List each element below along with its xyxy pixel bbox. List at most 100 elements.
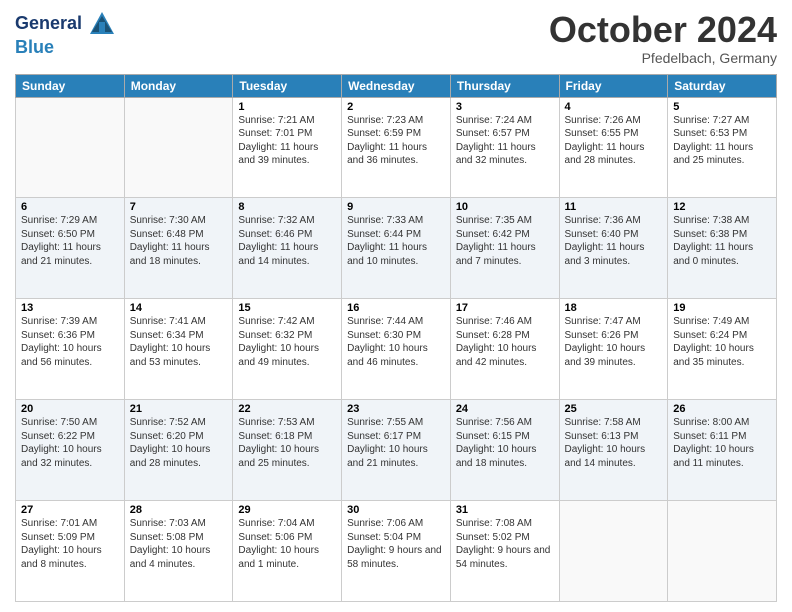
day-number: 7 — [130, 201, 228, 213]
week-row-3: 20Sunrise: 7:50 AMSunset: 6:22 PMDayligh… — [16, 400, 777, 501]
day-number: 13 — [21, 302, 119, 314]
day-info: Sunrise: 8:00 AMSunset: 6:11 PMDaylight:… — [673, 416, 771, 470]
day-info: Sunrise: 7:04 AMSunset: 5:06 PMDaylight:… — [238, 517, 336, 571]
day-number: 23 — [347, 403, 445, 415]
day-info: Sunrise: 7:32 AMSunset: 6:46 PMDaylight:… — [238, 214, 336, 268]
header-tuesday: Tuesday — [233, 74, 342, 97]
week-row-2: 13Sunrise: 7:39 AMSunset: 6:36 PMDayligh… — [16, 299, 777, 400]
day-number: 21 — [130, 403, 228, 415]
header-sunday: Sunday — [16, 74, 125, 97]
day-number: 10 — [456, 201, 554, 213]
calendar-cell — [559, 501, 668, 602]
day-number: 27 — [21, 504, 119, 516]
day-info: Sunrise: 7:29 AMSunset: 6:50 PMDaylight:… — [21, 214, 119, 268]
calendar-cell: 18Sunrise: 7:47 AMSunset: 6:26 PMDayligh… — [559, 299, 668, 400]
calendar-cell: 13Sunrise: 7:39 AMSunset: 6:36 PMDayligh… — [16, 299, 125, 400]
calendar-cell: 22Sunrise: 7:53 AMSunset: 6:18 PMDayligh… — [233, 400, 342, 501]
day-number: 28 — [130, 504, 228, 516]
day-info: Sunrise: 7:39 AMSunset: 6:36 PMDaylight:… — [21, 315, 119, 369]
calendar-cell — [16, 97, 125, 198]
day-info: Sunrise: 7:55 AMSunset: 6:17 PMDaylight:… — [347, 416, 445, 470]
day-number: 19 — [673, 302, 771, 314]
day-info: Sunrise: 7:50 AMSunset: 6:22 PMDaylight:… — [21, 416, 119, 470]
day-info: Sunrise: 7:08 AMSunset: 5:02 PMDaylight:… — [456, 517, 554, 571]
header-friday: Friday — [559, 74, 668, 97]
calendar-cell: 16Sunrise: 7:44 AMSunset: 6:30 PMDayligh… — [342, 299, 451, 400]
calendar-cell: 28Sunrise: 7:03 AMSunset: 5:08 PMDayligh… — [124, 501, 233, 602]
day-number: 31 — [456, 504, 554, 516]
calendar-cell: 24Sunrise: 7:56 AMSunset: 6:15 PMDayligh… — [450, 400, 559, 501]
day-info: Sunrise: 7:58 AMSunset: 6:13 PMDaylight:… — [565, 416, 663, 470]
day-info: Sunrise: 7:53 AMSunset: 6:18 PMDaylight:… — [238, 416, 336, 470]
calendar-cell: 15Sunrise: 7:42 AMSunset: 6:32 PMDayligh… — [233, 299, 342, 400]
day-number: 11 — [565, 201, 663, 213]
day-number: 14 — [130, 302, 228, 314]
day-info: Sunrise: 7:35 AMSunset: 6:42 PMDaylight:… — [456, 214, 554, 268]
calendar-cell: 25Sunrise: 7:58 AMSunset: 6:13 PMDayligh… — [559, 400, 668, 501]
day-number: 29 — [238, 504, 336, 516]
day-number: 8 — [238, 201, 336, 213]
day-number: 6 — [21, 201, 119, 213]
calendar-cell: 5Sunrise: 7:27 AMSunset: 6:53 PMDaylight… — [668, 97, 777, 198]
day-info: Sunrise: 7:03 AMSunset: 5:08 PMDaylight:… — [130, 517, 228, 571]
calendar-table: Sunday Monday Tuesday Wednesday Thursday… — [15, 74, 777, 602]
day-info: Sunrise: 7:56 AMSunset: 6:15 PMDaylight:… — [456, 416, 554, 470]
day-number: 17 — [456, 302, 554, 314]
calendar-cell: 29Sunrise: 7:04 AMSunset: 5:06 PMDayligh… — [233, 501, 342, 602]
title-block: October 2024 Pfedelbach, Germany — [549, 10, 777, 66]
day-info: Sunrise: 7:46 AMSunset: 6:28 PMDaylight:… — [456, 315, 554, 369]
day-number: 22 — [238, 403, 336, 415]
header-wednesday: Wednesday — [342, 74, 451, 97]
calendar-cell: 11Sunrise: 7:36 AMSunset: 6:40 PMDayligh… — [559, 198, 668, 299]
day-info: Sunrise: 7:23 AMSunset: 6:59 PMDaylight:… — [347, 114, 445, 168]
header-monday: Monday — [124, 74, 233, 97]
day-info: Sunrise: 7:52 AMSunset: 6:20 PMDaylight:… — [130, 416, 228, 470]
calendar-cell: 9Sunrise: 7:33 AMSunset: 6:44 PMDaylight… — [342, 198, 451, 299]
month-title: October 2024 — [549, 10, 777, 50]
day-info: Sunrise: 7:27 AMSunset: 6:53 PMDaylight:… — [673, 114, 771, 168]
calendar-cell — [124, 97, 233, 198]
logo: General Blue — [15, 10, 116, 58]
day-number: 4 — [565, 101, 663, 113]
header-saturday: Saturday — [668, 74, 777, 97]
calendar-cell: 3Sunrise: 7:24 AMSunset: 6:57 PMDaylight… — [450, 97, 559, 198]
day-info: Sunrise: 7:24 AMSunset: 6:57 PMDaylight:… — [456, 114, 554, 168]
day-number: 16 — [347, 302, 445, 314]
day-number: 9 — [347, 201, 445, 213]
week-row-4: 27Sunrise: 7:01 AMSunset: 5:09 PMDayligh… — [16, 501, 777, 602]
calendar-cell: 19Sunrise: 7:49 AMSunset: 6:24 PMDayligh… — [668, 299, 777, 400]
calendar-cell: 4Sunrise: 7:26 AMSunset: 6:55 PMDaylight… — [559, 97, 668, 198]
day-number: 24 — [456, 403, 554, 415]
calendar-cell: 21Sunrise: 7:52 AMSunset: 6:20 PMDayligh… — [124, 400, 233, 501]
day-info: Sunrise: 7:38 AMSunset: 6:38 PMDaylight:… — [673, 214, 771, 268]
day-number: 15 — [238, 302, 336, 314]
calendar-cell: 6Sunrise: 7:29 AMSunset: 6:50 PMDaylight… — [16, 198, 125, 299]
calendar-cell: 2Sunrise: 7:23 AMSunset: 6:59 PMDaylight… — [342, 97, 451, 198]
calendar-cell: 7Sunrise: 7:30 AMSunset: 6:48 PMDaylight… — [124, 198, 233, 299]
calendar-cell: 30Sunrise: 7:06 AMSunset: 5:04 PMDayligh… — [342, 501, 451, 602]
day-info: Sunrise: 7:06 AMSunset: 5:04 PMDaylight:… — [347, 517, 445, 571]
calendar-cell: 14Sunrise: 7:41 AMSunset: 6:34 PMDayligh… — [124, 299, 233, 400]
weekday-header-row: Sunday Monday Tuesday Wednesday Thursday… — [16, 74, 777, 97]
day-number: 20 — [21, 403, 119, 415]
day-info: Sunrise: 7:42 AMSunset: 6:32 PMDaylight:… — [238, 315, 336, 369]
day-info: Sunrise: 7:49 AMSunset: 6:24 PMDaylight:… — [673, 315, 771, 369]
logo-blue: Blue — [15, 38, 116, 58]
day-info: Sunrise: 7:30 AMSunset: 6:48 PMDaylight:… — [130, 214, 228, 268]
calendar-cell: 27Sunrise: 7:01 AMSunset: 5:09 PMDayligh… — [16, 501, 125, 602]
day-number: 12 — [673, 201, 771, 213]
day-number: 26 — [673, 403, 771, 415]
location: Pfedelbach, Germany — [549, 50, 777, 66]
calendar-cell: 20Sunrise: 7:50 AMSunset: 6:22 PMDayligh… — [16, 400, 125, 501]
calendar-cell — [668, 501, 777, 602]
day-number: 3 — [456, 101, 554, 113]
calendar-cell: 31Sunrise: 7:08 AMSunset: 5:02 PMDayligh… — [450, 501, 559, 602]
day-number: 18 — [565, 302, 663, 314]
calendar-cell: 26Sunrise: 8:00 AMSunset: 6:11 PMDayligh… — [668, 400, 777, 501]
calendar-cell: 1Sunrise: 7:21 AMSunset: 7:01 PMDaylight… — [233, 97, 342, 198]
day-number: 1 — [238, 101, 336, 113]
day-number: 2 — [347, 101, 445, 113]
day-info: Sunrise: 7:33 AMSunset: 6:44 PMDaylight:… — [347, 214, 445, 268]
page-header: General Blue October 2024 Pfedelbach, Ge… — [15, 10, 777, 66]
week-row-1: 6Sunrise: 7:29 AMSunset: 6:50 PMDaylight… — [16, 198, 777, 299]
